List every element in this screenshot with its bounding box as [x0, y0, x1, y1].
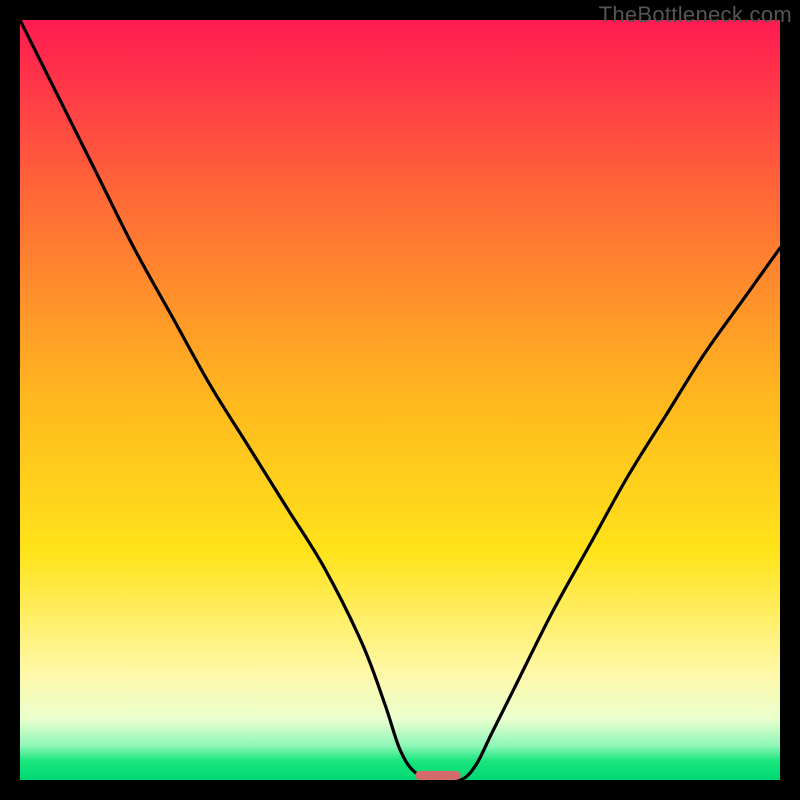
- optimum-marker: [415, 771, 461, 780]
- gradient-background: [20, 20, 780, 780]
- chart-frame: TheBottleneck.com: [0, 0, 800, 800]
- watermark-text: TheBottleneck.com: [599, 2, 792, 28]
- plot-area: [20, 20, 780, 780]
- chart-svg: [20, 20, 780, 780]
